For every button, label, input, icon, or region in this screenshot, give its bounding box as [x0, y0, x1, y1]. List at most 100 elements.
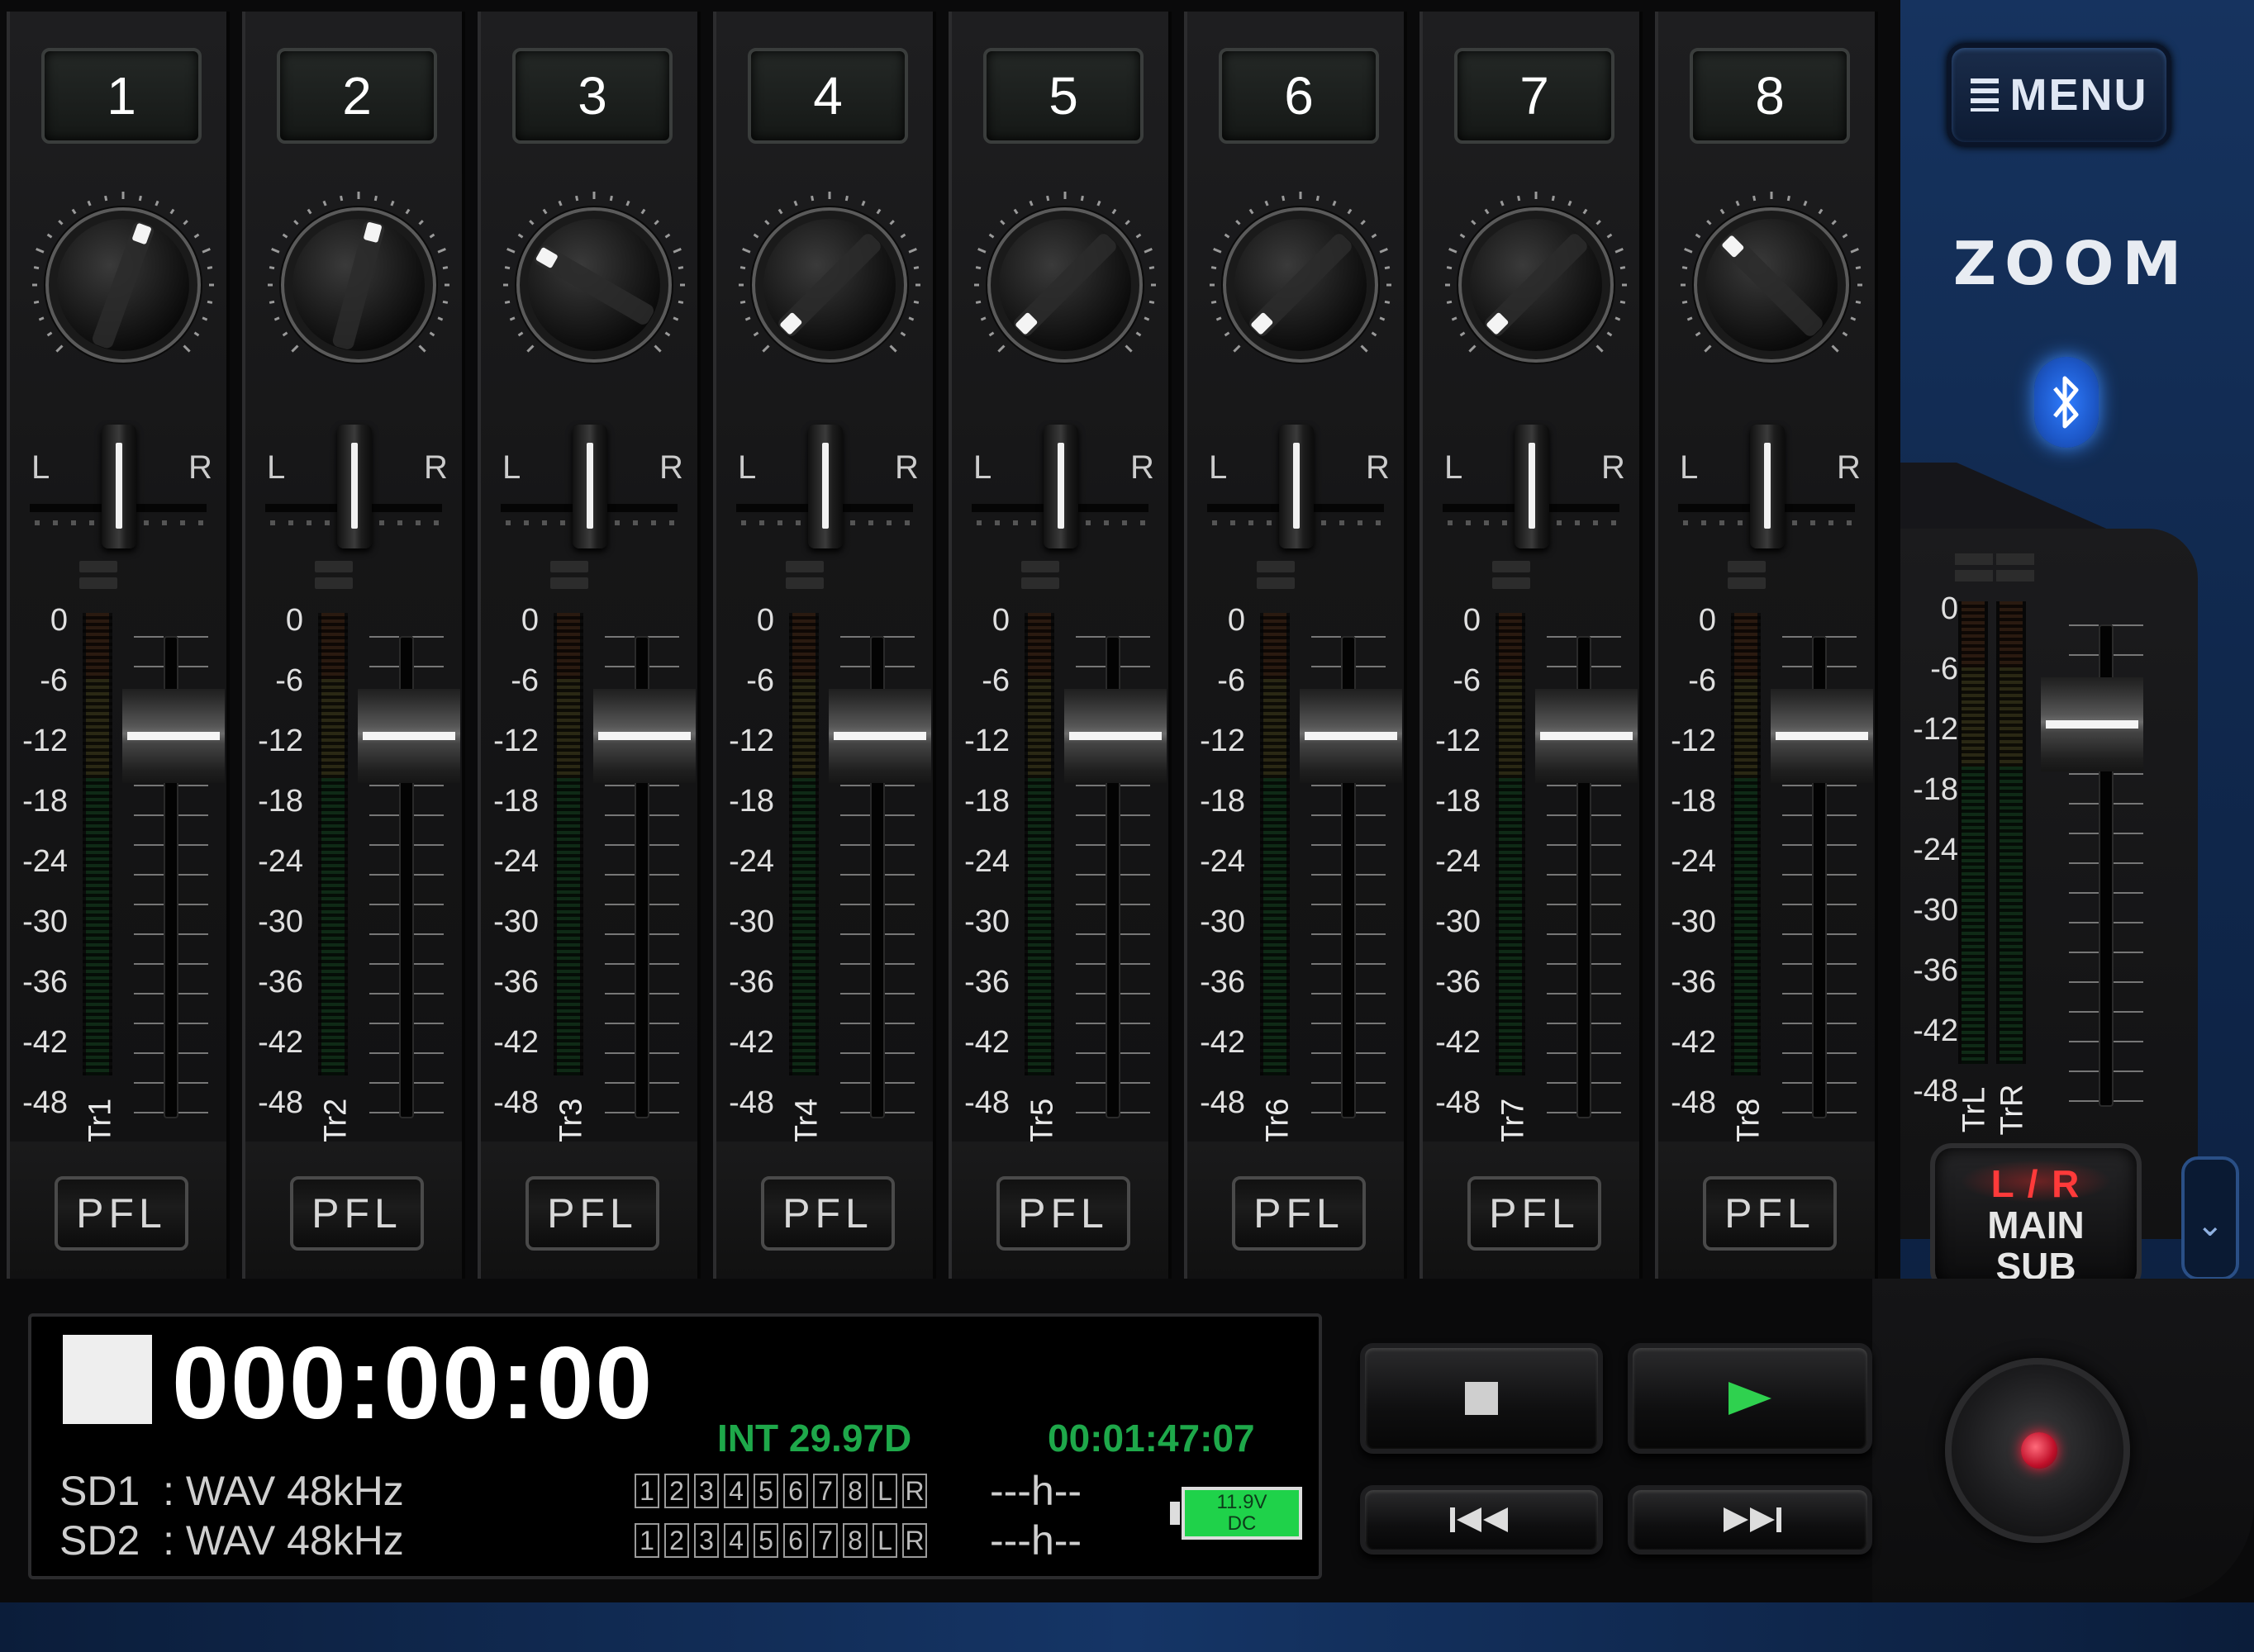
pan-control[interactable]: L R	[1658, 425, 1875, 548]
pan-slider[interactable]	[337, 425, 372, 548]
menu-icon	[1970, 78, 1999, 112]
gain-knob[interactable]	[736, 191, 923, 378]
channel-strip: 3 L R 0 -6 -12 -18 -24 -30 -36 -42 -48 T…	[478, 12, 701, 1279]
gain-knob[interactable]	[1678, 191, 1865, 378]
channel-fader[interactable]	[358, 689, 460, 783]
db-scale-label: -24	[1671, 844, 1716, 879]
db-scale-label: -30	[258, 904, 303, 939]
channel-fader[interactable]	[1300, 689, 1402, 783]
db-scale-label: -18	[1913, 772, 1958, 807]
bluetooth-icon[interactable]	[2034, 357, 2099, 448]
track-number-button[interactable]: 8	[1690, 48, 1850, 144]
pan-left-label: L	[1680, 449, 1699, 486]
pan-right-label: R	[188, 449, 212, 486]
pan-right-label: R	[1837, 449, 1861, 486]
gain-knob[interactable]	[501, 191, 687, 378]
master-meter-right	[1996, 601, 2026, 1064]
pan-control[interactable]: L R	[952, 425, 1168, 548]
pan-slider[interactable]	[573, 425, 607, 548]
remaining-time: 00:01:47:07	[1048, 1417, 1255, 1460]
record-button[interactable]	[1945, 1358, 2130, 1543]
db-scale-label: -36	[258, 965, 303, 999]
pan-slider[interactable]	[808, 425, 843, 548]
master-fader[interactable]	[2041, 677, 2143, 771]
pan-control[interactable]: L R	[10, 425, 226, 548]
channel-fader[interactable]	[1064, 689, 1167, 783]
stop-button[interactable]	[1360, 1343, 1603, 1454]
track-number-button[interactable]: 1	[41, 48, 202, 144]
channel-fader[interactable]	[122, 689, 225, 783]
gain-knob[interactable]	[1443, 191, 1629, 378]
pan-slider[interactable]	[1515, 425, 1549, 548]
pan-slider[interactable]	[1279, 425, 1314, 548]
track-number-button[interactable]: 3	[512, 48, 673, 144]
db-scale-label: -12	[22, 724, 68, 758]
pfl-button[interactable]: PFL	[290, 1176, 424, 1251]
menu-label: MENU	[2009, 70, 2148, 120]
pfl-button[interactable]: PFL	[996, 1176, 1130, 1251]
track-number-button[interactable]: 7	[1454, 48, 1614, 144]
db-scale-label: -48	[1913, 1074, 1958, 1108]
pfl-button[interactable]: PFL	[525, 1176, 659, 1251]
pan-right-label: R	[895, 449, 919, 486]
rewind-button[interactable]	[1360, 1485, 1603, 1555]
db-scale-label: -30	[729, 904, 774, 939]
pfl-button[interactable]: PFL	[1703, 1176, 1837, 1251]
pan-left-label: L	[267, 449, 286, 486]
track-indicator: L	[873, 1523, 897, 1558]
sd2-remain: ---h--	[990, 1517, 1082, 1564]
db-scale-label: -30	[1913, 893, 1958, 928]
zoom-logo: ZOOM	[1952, 229, 2190, 298]
track-indicator: 8	[843, 1474, 868, 1508]
db-scale-label: -12	[1913, 712, 1958, 747]
sd2-tracks: 12345678LR	[635, 1523, 932, 1558]
db-scale-label: -6	[1217, 663, 1245, 698]
pan-slider[interactable]	[102, 425, 136, 548]
side-tab[interactable]: ⌄	[2181, 1156, 2239, 1280]
play-button[interactable]	[1628, 1343, 1872, 1454]
gain-knob[interactable]	[30, 191, 216, 378]
db-scale-label: 0	[285, 603, 303, 638]
pfl-button[interactable]: PFL	[1467, 1176, 1601, 1251]
level-meter	[318, 613, 348, 1075]
pan-control[interactable]: L R	[1187, 425, 1404, 548]
fast-forward-button[interactable]	[1628, 1485, 1872, 1555]
track-indicator: 7	[813, 1474, 838, 1508]
pfl-button[interactable]: PFL	[761, 1176, 895, 1251]
db-scale-label: -30	[22, 904, 68, 939]
track-number-button[interactable]: 6	[1219, 48, 1379, 144]
pan-control[interactable]: L R	[716, 425, 933, 548]
pan-right-label: R	[424, 449, 448, 486]
output-lr-label: L / R	[1990, 1162, 2081, 1205]
level-meter	[789, 613, 819, 1075]
pan-control[interactable]: L R	[1423, 425, 1639, 548]
track-number-button[interactable]: 4	[748, 48, 908, 144]
channel-fader[interactable]	[829, 689, 931, 783]
pan-left-label: L	[1444, 449, 1463, 486]
db-scale-label: 0	[1940, 591, 1958, 626]
channel-fader[interactable]	[593, 689, 696, 783]
pan-control[interactable]: L R	[245, 425, 462, 548]
pfl-button[interactable]: PFL	[1232, 1176, 1366, 1251]
track-number-button[interactable]: 5	[983, 48, 1144, 144]
track-indicator: 6	[783, 1474, 808, 1508]
db-scale-label: -18	[964, 784, 1010, 819]
db-scale-label: -6	[746, 663, 774, 698]
channel-fader[interactable]	[1771, 689, 1873, 783]
db-scale-label: -30	[1435, 904, 1481, 939]
gain-knob[interactable]	[972, 191, 1158, 378]
track-number-button[interactable]: 2	[277, 48, 437, 144]
gain-knob[interactable]	[1207, 191, 1394, 378]
pan-slider[interactable]	[1750, 425, 1785, 548]
db-scale-label: -36	[1913, 953, 1958, 988]
pan-left-label: L	[502, 449, 521, 486]
menu-button[interactable]: MENU	[1947, 43, 2171, 147]
pfl-button[interactable]: PFL	[55, 1176, 188, 1251]
mixer-app: 1 L R 0 -6 -12 -18 -24 -30 -36 -42 -48 T…	[0, 0, 2254, 1652]
output-select-button[interactable]: L / R MAIN SUB	[1930, 1143, 2142, 1292]
track-indicator: 2	[664, 1523, 689, 1558]
pan-control[interactable]: L R	[481, 425, 697, 548]
pan-slider[interactable]	[1044, 425, 1078, 548]
channel-fader[interactable]	[1535, 689, 1638, 783]
gain-knob[interactable]	[265, 191, 452, 378]
